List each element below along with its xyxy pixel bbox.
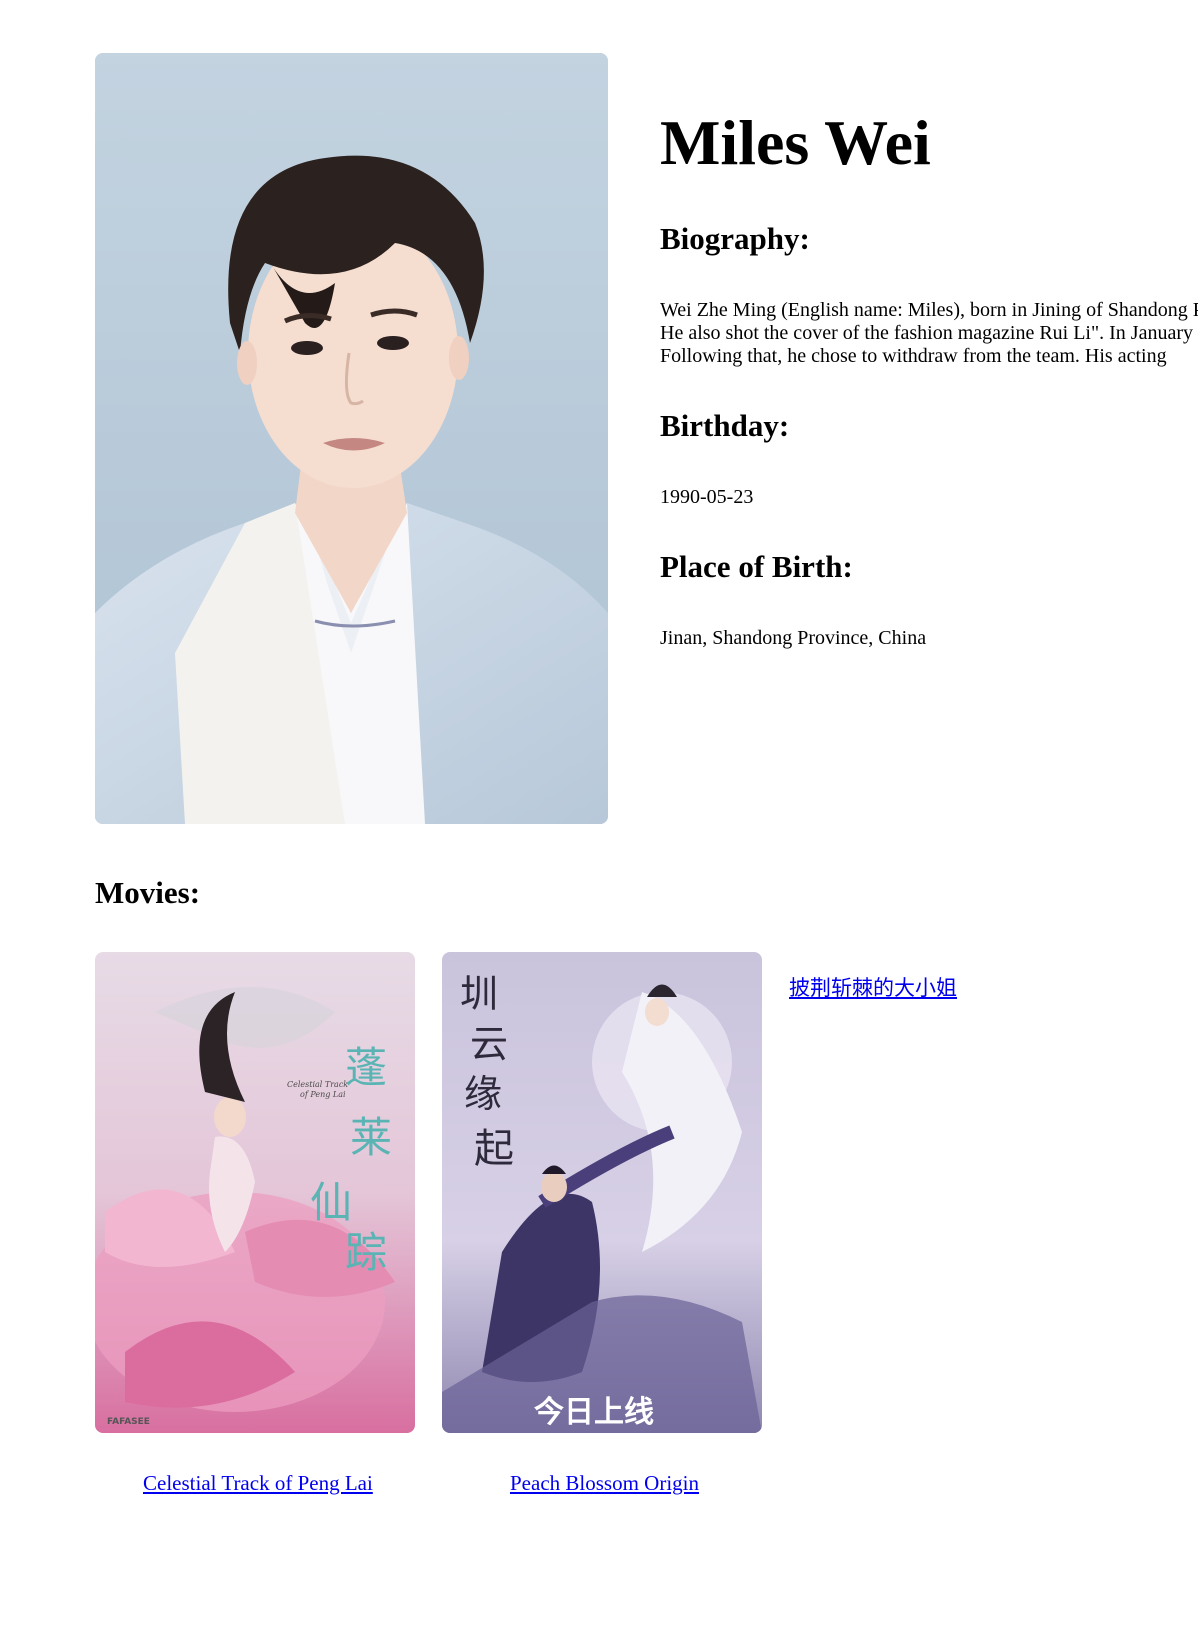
- biography-line: Wei Zhe Ming (English name: Miles), born…: [660, 299, 1198, 321]
- movie-link-peach-blossom-origin[interactable]: Peach Blossom Origin: [510, 1471, 699, 1495]
- poster-title-char: 踪: [345, 1228, 387, 1277]
- biography-line: He also shot the cover of the fashion ma…: [660, 322, 1194, 344]
- poster-badge: FAFASEE: [107, 1417, 150, 1427]
- poster-subtitle: of Peng Lai: [300, 1090, 346, 1099]
- poster-title-char: 仙: [310, 1178, 352, 1227]
- poster-illustration: 蓬 莱 仙 踪 Celestial Track of Peng Lai FAFA…: [95, 952, 415, 1433]
- profile-photo: [95, 53, 608, 824]
- poster-title-char: 蓬: [345, 1043, 387, 1092]
- birthday-value: 1990-05-23: [660, 486, 754, 508]
- profile-info: Miles Wei Biography: Wei Zhe Ming (Engli…: [660, 0, 1198, 700]
- profile-photo-illustration: [95, 53, 608, 824]
- poster-title-char: 缘: [464, 1072, 502, 1116]
- biography-text: Wei Zhe Ming (English name: Miles), born…: [660, 299, 1198, 368]
- place-of-birth-heading: Place of Birth:: [660, 549, 853, 584]
- poster-title-char: 云: [470, 1022, 508, 1066]
- place-of-birth-value: Jinan, Shandong Province, China: [660, 627, 927, 649]
- poster-banner: 今日上线: [534, 1395, 654, 1430]
- poster-title-char: 圳: [460, 972, 498, 1016]
- movie-link-third-movie[interactable]: 披荆斩棘的大小姐: [789, 976, 957, 1000]
- biography-line: Following that, he chose to withdraw fro…: [660, 345, 1167, 367]
- biography-heading: Biography:: [660, 221, 810, 256]
- actor-profile-page: Miles Wei Biography: Wei Zhe Ming (Engli…: [0, 0, 1198, 1628]
- movie-poster[interactable]: 圳 云 缘 起 今日上线: [442, 952, 762, 1433]
- movie-poster[interactable]: 蓬 莱 仙 踪 Celestial Track of Peng Lai FAFA…: [95, 952, 415, 1433]
- poster-illustration: 圳 云 缘 起 今日上线: [442, 952, 762, 1433]
- actor-name: Miles Wei: [660, 107, 931, 178]
- movies-heading: Movies:: [95, 875, 201, 910]
- birthday-heading: Birthday:: [660, 408, 790, 443]
- movie-link-celestial-track-of-peng-lai[interactable]: Celestial Track of Peng Lai: [143, 1471, 373, 1495]
- poster-subtitle: Celestial Track: [287, 1080, 348, 1089]
- poster-title-char: 莱: [350, 1113, 392, 1162]
- poster-title-char: 起: [474, 1126, 514, 1172]
